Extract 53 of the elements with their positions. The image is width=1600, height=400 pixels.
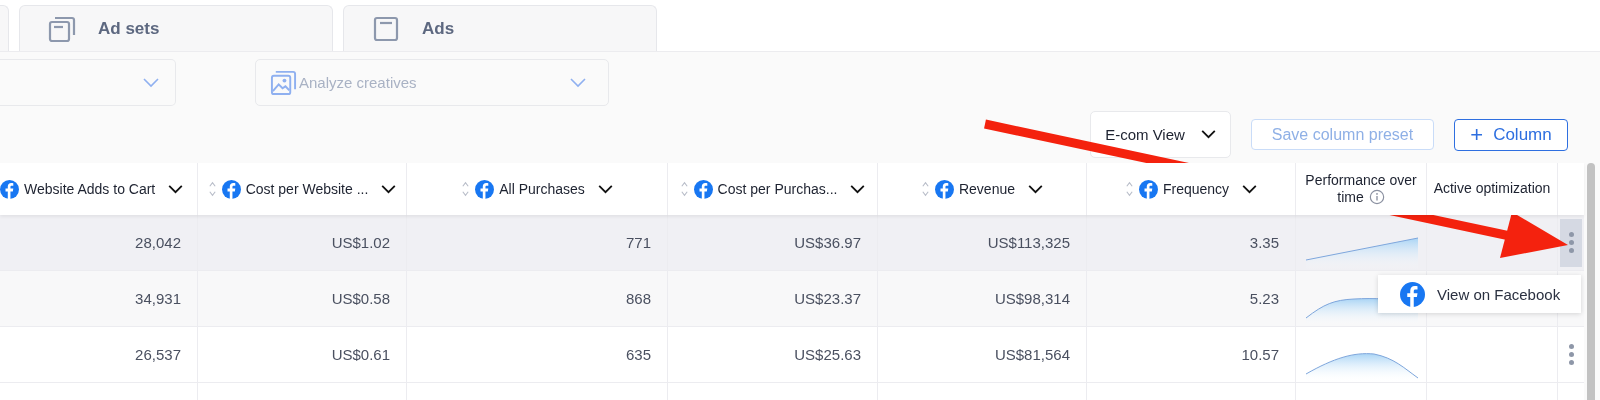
facebook-icon xyxy=(475,179,495,199)
image-icon xyxy=(270,69,297,96)
scrollbar[interactable] xyxy=(1587,163,1595,400)
facebook-icon xyxy=(1138,179,1158,199)
menu-item[interactable]: View on Facebook xyxy=(1378,281,1561,307)
table-cell: 26,537 xyxy=(135,346,181,363)
table-cell: US$113,325 xyxy=(987,234,1070,251)
chevron-down-icon xyxy=(143,77,159,88)
chevron-down-icon xyxy=(597,184,613,194)
sort-icon xyxy=(461,180,471,198)
chevron-down-icon xyxy=(381,184,397,194)
table-cell: US$0.61 xyxy=(331,346,390,363)
table-cell: US$23.37 xyxy=(794,290,861,307)
tab[interactable]: Ads xyxy=(343,5,657,51)
table-cell: US$1.02 xyxy=(331,234,390,251)
tab[interactable]: Ad sets xyxy=(19,5,333,51)
facebook-icon xyxy=(934,179,954,199)
page-icon xyxy=(372,14,400,43)
table-cell: 28,042 xyxy=(135,234,181,251)
sort-icon xyxy=(679,180,689,198)
table-cell: US$81,564 xyxy=(994,346,1070,363)
table-cell: 5.23 xyxy=(1249,290,1279,307)
sort-icon xyxy=(1124,180,1134,198)
facebook-icon xyxy=(1400,281,1425,307)
table-cell: US$25.63 xyxy=(794,346,861,363)
info-icon xyxy=(1368,189,1385,205)
facebook-icon xyxy=(693,179,713,199)
table-cell: US$36.97 xyxy=(794,234,861,251)
table-cell: 34,931 xyxy=(135,290,181,307)
chevron-down-icon xyxy=(570,77,586,88)
stacked-pages-icon xyxy=(48,14,76,43)
table-cell: 635 xyxy=(625,346,651,363)
facebook-icon xyxy=(221,179,241,199)
chevron-down-icon xyxy=(850,184,866,194)
table-cell: 771 xyxy=(625,234,651,251)
chevron-down-icon xyxy=(168,184,184,194)
table-cell: US$0.58 xyxy=(331,290,390,307)
dropdown-field[interactable] xyxy=(0,59,176,106)
tab[interactable] xyxy=(0,5,9,51)
table-row[interactable]: 26,537 US$0.61 635 US$25.63 US$81,564 10.57 xyxy=(0,327,1584,383)
table-cell: 3.35 xyxy=(1249,234,1279,251)
table-cell: 10.57 xyxy=(1241,346,1279,363)
more-options-icon[interactable] xyxy=(1560,218,1582,267)
table-row[interactable]: 28,042 US$1.02 771 US$36.97 US$113,325 3.35 xyxy=(0,215,1584,271)
sort-icon xyxy=(207,180,217,198)
chevron-down-icon xyxy=(1242,184,1258,194)
table-cell: US$98,314 xyxy=(994,290,1070,307)
sort-icon xyxy=(920,180,930,198)
view-dropdown[interactable]: E-com View xyxy=(1090,111,1231,158)
chevron-down-icon xyxy=(1200,130,1216,139)
table-cell: 868 xyxy=(625,290,651,307)
chevron-down-icon xyxy=(1028,184,1043,194)
add-column-button[interactable]: + Column xyxy=(1454,118,1568,151)
